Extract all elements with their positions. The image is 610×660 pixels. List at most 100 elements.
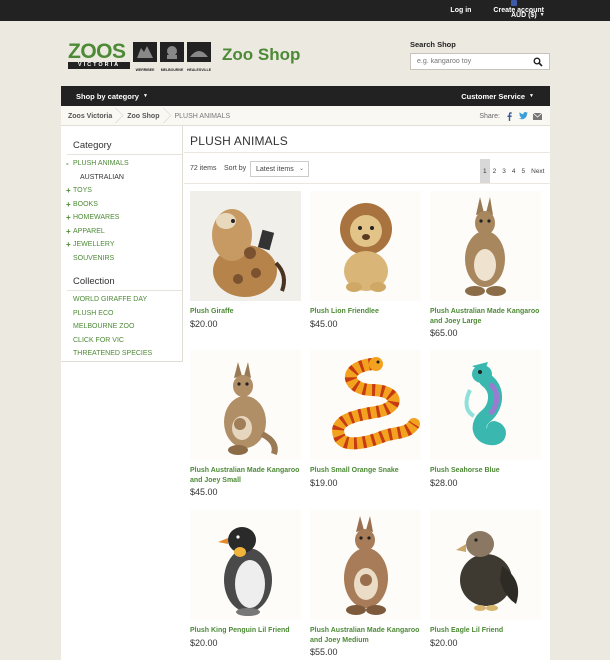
site-label: WERRIBEE — [135, 68, 155, 72]
product-name[interactable]: Plush Australian Made Kangaroo and Joey … — [310, 626, 421, 645]
category-australian[interactable]: AUSTRALIAN — [61, 171, 182, 185]
product-image-giraffe[interactable] — [190, 191, 301, 301]
product-price: $45.00 — [190, 487, 218, 497]
search-icon[interactable] — [533, 57, 543, 67]
product-name[interactable]: Plush Lion Friendlee — [310, 307, 421, 317]
page-4[interactable]: 4 — [509, 159, 519, 183]
zoos-victoria-logo[interactable]: ZOOS VICTORIA WERRIBEE MELBOURNE HEALESV… — [68, 40, 212, 72]
expand-icon: + — [66, 199, 71, 209]
sidebar: Category - PLUSH ANIMALS AUSTRALIAN + TOYS… — [61, 126, 183, 362]
page-2[interactable]: 2 — [490, 159, 500, 183]
twitter-icon[interactable] — [519, 112, 528, 121]
login-link[interactable]: Log in — [450, 7, 471, 14]
search-input[interactable] — [411, 58, 529, 65]
collection-list: WORLD GIRAFFE DAY PLUSH ECO MELBOURNE ZO… — [61, 293, 182, 361]
product-card[interactable]: Plush Australian Made Kangaroo and Joey … — [430, 191, 541, 338]
divider — [184, 183, 550, 184]
share-label: Share: — [479, 112, 500, 120]
product-name[interactable]: Plush Giraffe — [190, 307, 301, 317]
sort-select[interactable]: Latest items ⌄ — [250, 161, 309, 177]
category-list: - PLUSH ANIMALS AUSTRALIAN + TOYS + BOOKS +… — [61, 157, 182, 265]
product-card[interactable]: Plush Seahorse Blue $28.00 — [430, 350, 541, 488]
email-icon[interactable] — [533, 112, 542, 121]
category-label: PLUSH ANIMALS — [73, 160, 129, 168]
collection-item[interactable]: MELBOURNE ZOO — [61, 320, 182, 334]
category-jewellery[interactable]: + JEWELLERY — [61, 238, 182, 252]
breadcrumb-bar: Zoos Victoria Zoo Shop PLUSH ANIMALS Sha… — [61, 106, 550, 126]
collection-item[interactable]: WORLD GIRAFFE DAY — [61, 293, 182, 307]
product-name[interactable]: Plush Seahorse Blue — [430, 466, 541, 476]
divider — [67, 154, 182, 155]
expand-icon: + — [66, 226, 71, 236]
product-image-eagle[interactable] — [430, 510, 541, 620]
product-image-kangaroo[interactable] — [430, 191, 541, 301]
item-count: 72 items — [190, 165, 217, 172]
page-1[interactable]: 1 — [480, 159, 490, 183]
search-label: Search Shop — [410, 40, 456, 49]
product-image-snake[interactable] — [310, 350, 421, 460]
logo-wordmark: ZOOS VICTORIA — [68, 40, 130, 70]
collection-item[interactable]: THREATENED SPECIES — [61, 347, 182, 361]
customer-service-menu[interactable]: Customer Service ▼ — [461, 86, 534, 106]
product-image-lion[interactable] — [310, 191, 421, 301]
product-name[interactable]: Plush Small Orange Snake — [310, 466, 421, 476]
collection-item[interactable]: CLICK FOR VIC — [61, 334, 182, 348]
product-card[interactable]: Plush Australian Made Kangaroo and Joey … — [310, 510, 421, 657]
category-apparel[interactable]: + APPAREL — [61, 225, 182, 239]
category-souvenirs[interactable]: SOUVENIRS — [61, 252, 182, 266]
category-toys[interactable]: + TOYS — [61, 184, 182, 198]
currency-label: AUD ($) — [511, 12, 537, 19]
category-label: HOMEWARES — [73, 214, 120, 222]
currency-selector[interactable]: AUD ($) ▼ — [511, 0, 545, 21]
product-image-seahorse[interactable] — [430, 350, 541, 460]
chevron-down-icon: ▼ — [539, 12, 545, 18]
customer-service-label: Customer Service — [461, 91, 526, 101]
category-books[interactable]: + BOOKS — [61, 198, 182, 212]
product-name[interactable]: Plush King Penguin Lil Friend — [190, 626, 301, 636]
category-label: APPAREL — [73, 227, 105, 235]
search-box — [410, 53, 550, 70]
product-card[interactable]: Plush Australian Made Kangaroo and Joey … — [190, 350, 301, 497]
site-label: HEALESVILLE — [187, 68, 212, 72]
product-image-kangaroo[interactable] — [190, 350, 301, 460]
content-area: Category - PLUSH ANIMALS AUSTRALIAN + TOYS… — [61, 126, 550, 660]
category-label: JEWELLERY — [73, 241, 115, 249]
logo-brand: ZOOS — [68, 40, 126, 63]
product-price: $20.00 — [430, 637, 458, 648]
shop-by-category-menu[interactable]: Shop by category ▼ — [76, 86, 148, 106]
top-bar: Log in Create account AUD ($) ▼ — [0, 0, 610, 21]
product-image-kangaroo[interactable] — [310, 510, 421, 620]
breadcrumb-current: PLUSH ANIMALS — [174, 112, 231, 120]
breadcrumb-zoos-victoria[interactable]: Zoos Victoria — [61, 106, 120, 126]
category-plush-animals[interactable]: - PLUSH ANIMALS — [61, 157, 182, 171]
collection-item[interactable]: PLUSH ECO — [61, 307, 182, 321]
product-card[interactable]: Plush Lion Friendlee $45.00 — [310, 191, 421, 329]
product-card[interactable]: Plush Small Orange Snake $19.00 — [310, 350, 421, 488]
collapse-icon: - — [66, 159, 69, 169]
facebook-icon[interactable] — [505, 111, 514, 121]
page-next[interactable]: Next — [528, 159, 547, 183]
category-homewares[interactable]: + HOMEWARES — [61, 211, 182, 225]
breadcrumb-zoo-shop[interactable]: Zoo Shop — [120, 106, 167, 126]
product-price: $20.00 — [190, 318, 218, 329]
page-5[interactable]: 5 — [519, 159, 529, 183]
product-card[interactable]: Plush Eagle Lil Friend $20.00 — [430, 510, 541, 648]
category-label: SOUVENIRS — [73, 254, 115, 262]
product-name[interactable]: Plush Eagle Lil Friend — [430, 626, 541, 636]
product-name[interactable]: Plush Australian Made Kangaroo and Joey … — [190, 466, 301, 485]
product-price: $55.00 — [310, 647, 338, 657]
product-price: $45.00 — [310, 318, 338, 329]
werribee-icon: WERRIBEE — [133, 42, 157, 72]
product-name[interactable]: Plush Australian Made Kangaroo and Joey … — [430, 307, 541, 326]
category-label: TOYS — [73, 187, 92, 195]
collection-heading: Collection — [73, 276, 115, 287]
category-heading: Category — [73, 140, 112, 151]
product-image-penguin[interactable] — [190, 510, 301, 620]
expand-icon: + — [66, 240, 71, 250]
page-3[interactable]: 3 — [499, 159, 509, 183]
product-price: $28.00 — [430, 477, 458, 488]
expand-icon: + — [66, 213, 71, 223]
product-card[interactable]: Plush Giraffe $20.00 — [190, 191, 301, 329]
sort-value: Latest items — [256, 165, 294, 173]
product-card[interactable]: Plush King Penguin Lil Friend $20.00 — [190, 510, 301, 648]
